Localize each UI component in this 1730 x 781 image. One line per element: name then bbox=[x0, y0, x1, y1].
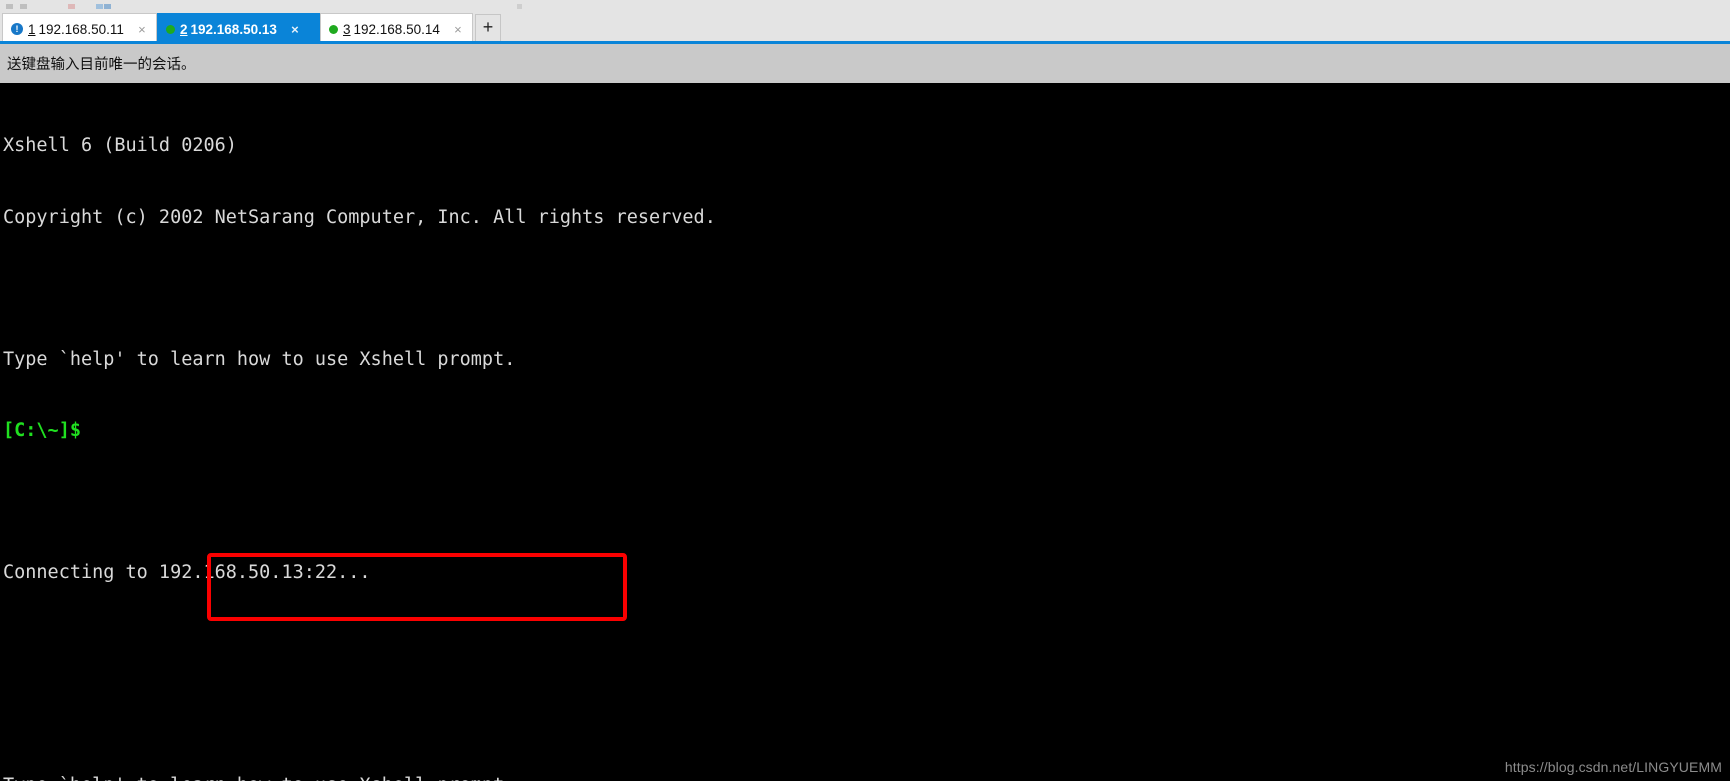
alert-badge-icon: ! bbox=[11, 23, 23, 35]
xshell-window: ! 1 192.168.50.11 × 2 192.168.50.13 × 3 … bbox=[0, 0, 1730, 781]
status-dot-icon bbox=[166, 24, 175, 34]
terminal-prompt-line: [C:\~]$ bbox=[3, 419, 81, 441]
toolbar-strip bbox=[0, 0, 1730, 9]
session-tab-3-label: 192.168.50.14 bbox=[353, 21, 440, 37]
terminal-output[interactable]: Xshell 6 (Build 0206) Copyright (c) 2002… bbox=[0, 83, 1730, 781]
terminal-line: Type `help' to learn how to use Xshell p… bbox=[3, 774, 1730, 781]
keyboard-broadcast-hint-text: 送键盘输入目前唯一的会话。 bbox=[7, 57, 196, 73]
keyboard-broadcast-hint: 送键盘输入目前唯一的会话。 bbox=[0, 44, 1730, 83]
session-tab-2-index: 2 bbox=[180, 21, 188, 37]
session-tab-1-index: 1 bbox=[28, 21, 36, 37]
watermark: https://blog.csdn.net/LINGYUEMM bbox=[1504, 759, 1722, 775]
new-tab-button[interactable]: + bbox=[475, 14, 501, 42]
terminal-line: Type `help' to learn how to use Xshell p… bbox=[3, 348, 516, 370]
session-tab-3-index: 3 bbox=[343, 21, 351, 37]
status-dot-icon bbox=[329, 24, 338, 34]
session-tab-3[interactable]: 3 192.168.50.14 × bbox=[320, 13, 473, 44]
session-tab-2-label: 192.168.50.13 bbox=[190, 21, 277, 37]
terminal-line: Xshell 6 (Build 0206) bbox=[3, 135, 237, 157]
session-tab-2[interactable]: 2 192.168.50.13 × bbox=[157, 13, 320, 44]
session-tab-2-close-icon[interactable]: × bbox=[285, 22, 309, 37]
session-tab-bar: ! 1 192.168.50.11 × 2 192.168.50.13 × 3 … bbox=[0, 9, 1730, 44]
session-tab-1-label: 192.168.50.11 bbox=[38, 21, 124, 37]
terminal-line: Copyright (c) 2002 NetSarang Computer, I… bbox=[3, 206, 716, 228]
session-tab-1-close-icon[interactable]: × bbox=[132, 22, 156, 37]
session-tab-3-close-icon[interactable]: × bbox=[448, 22, 472, 37]
session-tab-1[interactable]: ! 1 192.168.50.11 × bbox=[2, 13, 157, 44]
terminal-line: Connecting to 192.168.50.13:22... bbox=[3, 561, 371, 583]
